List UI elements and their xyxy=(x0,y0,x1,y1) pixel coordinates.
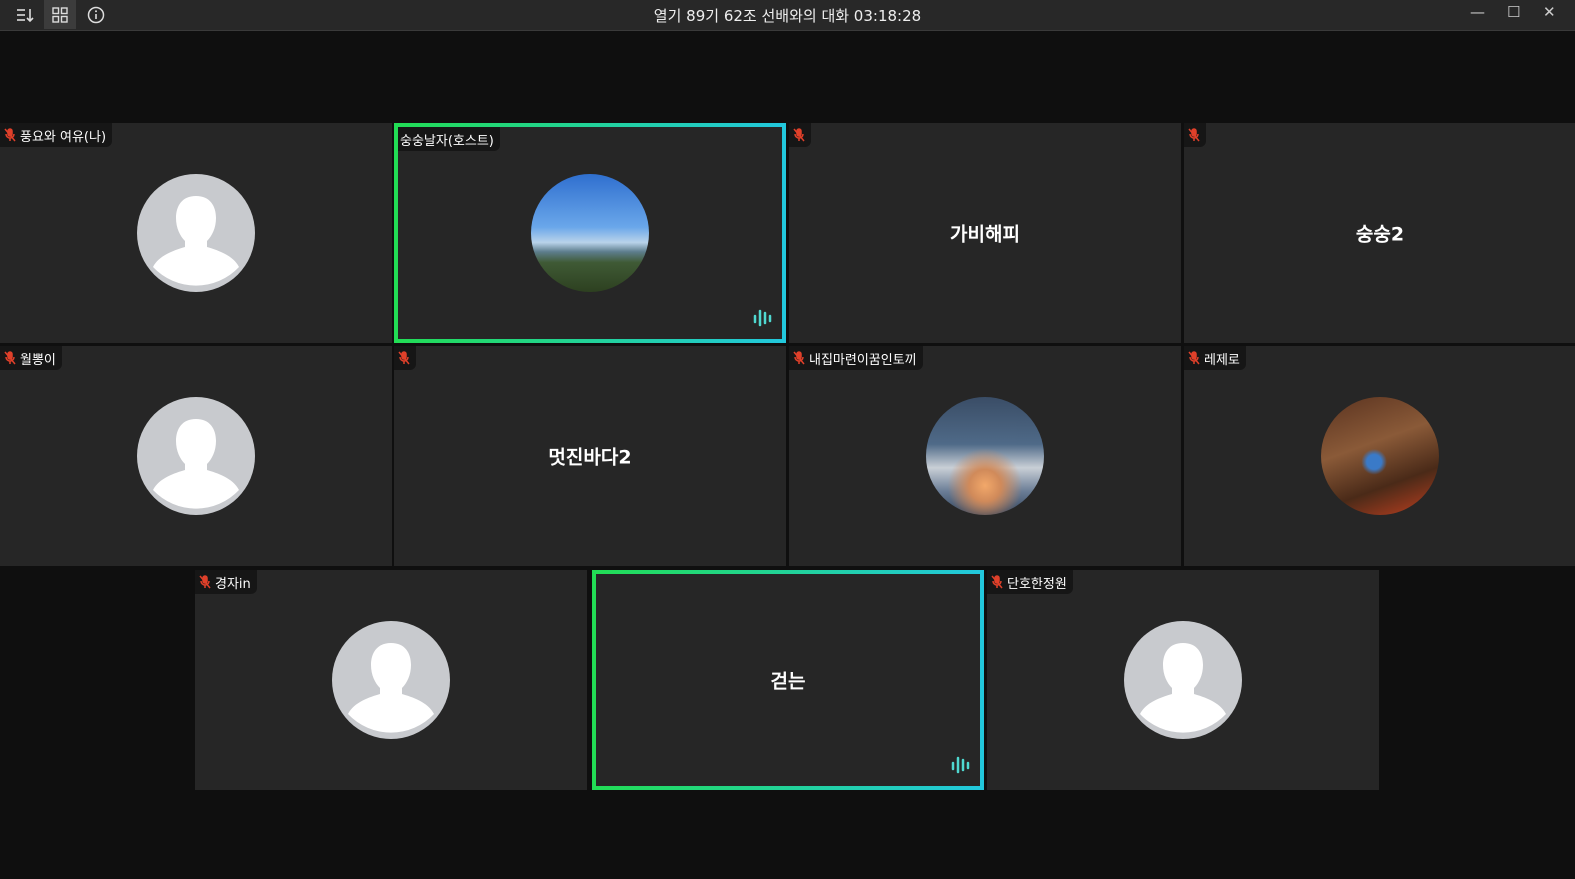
mic-muted-icon xyxy=(199,575,211,589)
default-avatar-icon xyxy=(1124,621,1242,739)
title-bar: 열기 89기 62조 선배와의 대화 03:18:28 — ☐ ✕ xyxy=(0,0,1575,31)
participant-tile[interactable]: 단호한정원 xyxy=(987,570,1379,790)
participant-tile[interactable]: 경자in xyxy=(195,570,587,790)
participant-tile[interactable]: 내집마련이꿈인토끼 xyxy=(789,346,1181,566)
participant-label: 숭숭날자(호스트) xyxy=(398,127,500,151)
participant-tile[interactable]: 풍요와 여유(나) xyxy=(0,123,392,343)
participant-label xyxy=(1184,123,1206,147)
participant-name: 숭숭날자(호스트) xyxy=(400,133,494,149)
participant-name: 내집마련이꿈인토끼 xyxy=(809,352,917,368)
meeting-title: 열기 89기 62조 선배와의 대화 03:18:28 xyxy=(653,7,922,25)
mic-muted-icon xyxy=(793,128,805,142)
mic-muted-icon xyxy=(991,575,1003,589)
participant-display-name: 멋진바다2 xyxy=(548,446,632,469)
participant-tile[interactable]: 레제로 xyxy=(1184,346,1575,566)
participant-label: 레제로 xyxy=(1184,346,1246,370)
mic-muted-icon xyxy=(398,351,410,365)
mic-muted-icon xyxy=(1188,128,1200,142)
participant-label: 내집마련이꿈인토끼 xyxy=(789,346,923,370)
default-avatar-icon xyxy=(137,174,255,292)
participant-label: 월뽕이 xyxy=(0,346,62,370)
participant-label xyxy=(789,123,811,147)
participant-label: 경자in xyxy=(195,570,257,594)
audio-level-icon xyxy=(752,309,772,331)
close-button[interactable]: ✕ xyxy=(1543,3,1556,21)
participant-name: 단호한정원 xyxy=(1007,576,1067,592)
minimize-button[interactable]: — xyxy=(1470,3,1485,21)
participant-tile[interactable]: 월뽕이 xyxy=(0,346,392,566)
participant-tile[interactable]: 숭숭날자(호스트) xyxy=(394,123,786,343)
mic-muted-icon xyxy=(793,351,805,365)
participant-label xyxy=(394,346,416,370)
participant-tile[interactable]: 걷는 xyxy=(592,570,984,790)
mic-muted-icon xyxy=(1188,351,1200,365)
participant-tile[interactable]: 가비해피 xyxy=(789,123,1181,343)
default-avatar-icon xyxy=(137,397,255,515)
participant-name: 풍요와 여유(나) xyxy=(20,129,107,145)
mic-muted-icon xyxy=(4,128,16,142)
participant-display-name: 걷는 xyxy=(770,670,806,693)
maximize-button[interactable]: ☐ xyxy=(1507,3,1520,21)
participant-name: 레제로 xyxy=(1204,352,1240,368)
mic-muted-icon xyxy=(4,351,16,365)
avatar xyxy=(1321,397,1439,515)
avatar xyxy=(926,397,1044,515)
participant-label: 풍요와 여유(나) xyxy=(0,123,113,147)
participant-name: 월뽕이 xyxy=(20,352,56,368)
avatar xyxy=(531,174,649,292)
participant-display-name: 숭숭2 xyxy=(1355,223,1405,246)
audio-level-icon xyxy=(950,756,970,778)
participant-label: 단호한정원 xyxy=(987,570,1073,594)
participant-tile[interactable]: 숭숭2 xyxy=(1184,123,1575,343)
participant-display-name: 가비해피 xyxy=(950,223,1020,246)
participant-name: 경자in xyxy=(215,576,251,592)
default-avatar-icon xyxy=(332,621,450,739)
participant-tile[interactable]: 멋진바다2 xyxy=(394,346,786,566)
